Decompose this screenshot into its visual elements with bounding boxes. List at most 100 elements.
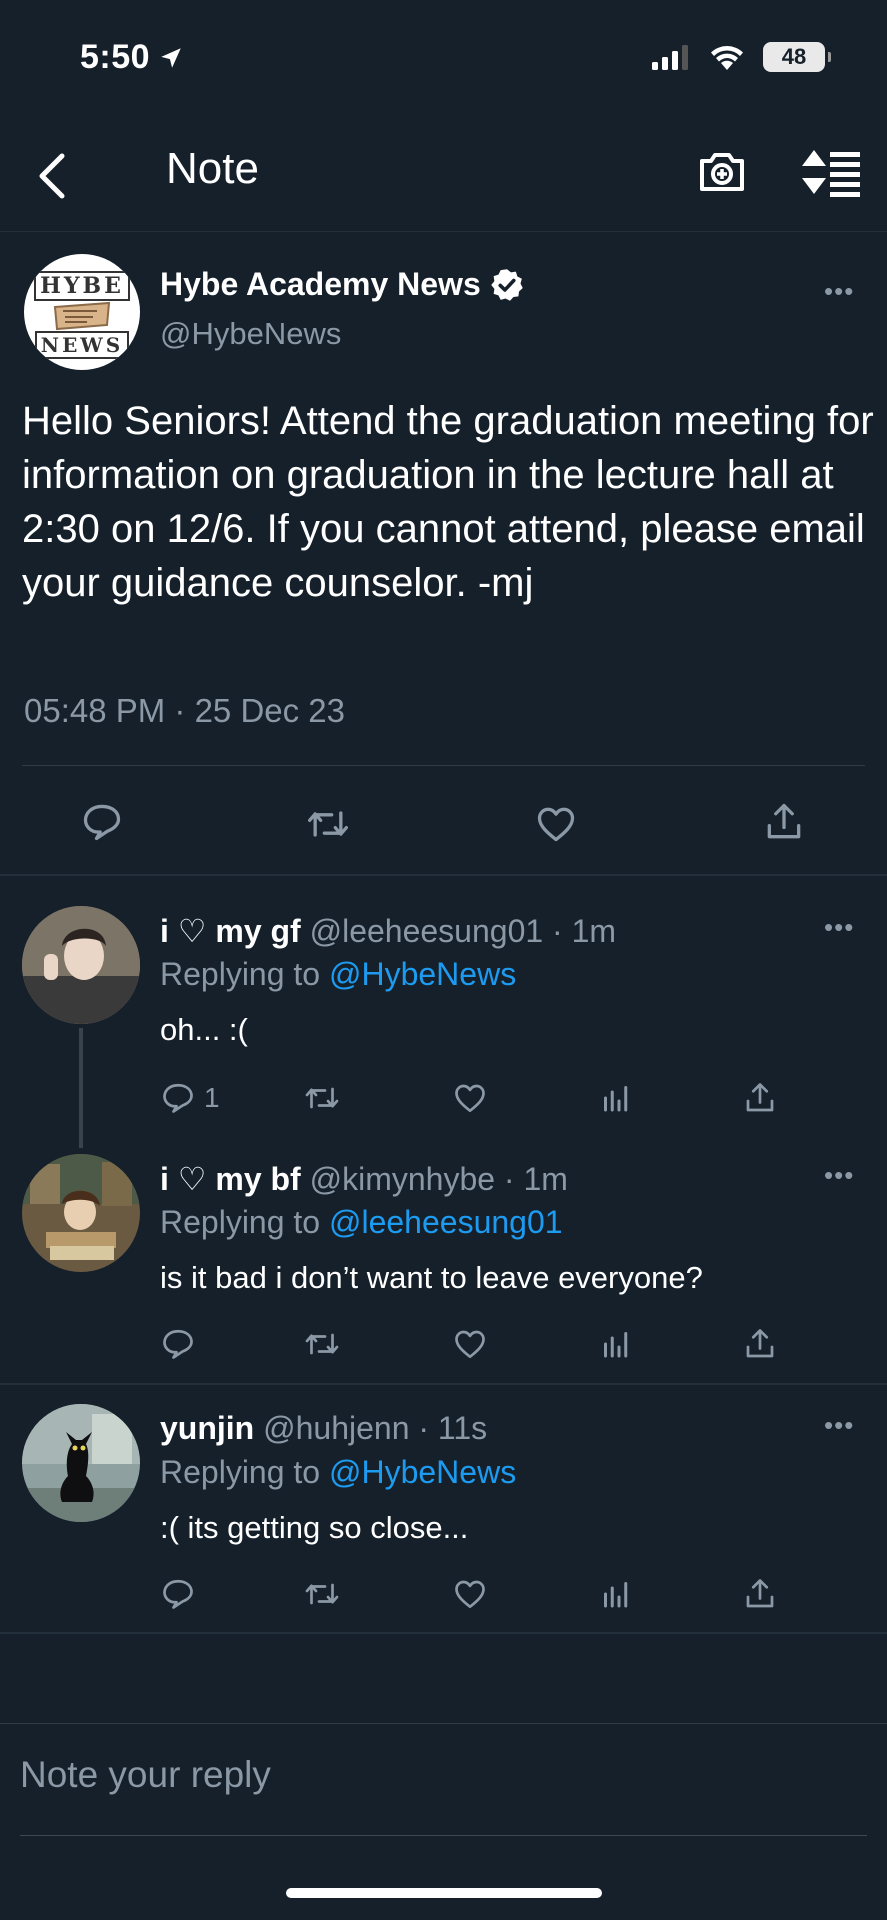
main-repost-button[interactable] bbox=[306, 802, 350, 851]
home-indicator[interactable] bbox=[286, 1888, 602, 1898]
views-button[interactable] bbox=[598, 1326, 634, 1362]
views-chart-icon bbox=[604, 1086, 628, 1112]
verified-badge-icon bbox=[490, 268, 523, 301]
camera-plus-icon bbox=[700, 153, 744, 191]
wifi-icon bbox=[711, 46, 743, 70]
reply-composer[interactable]: Note your reply bbox=[0, 1723, 887, 1836]
reply-header: i ♡ my gf @leeheesung01 · 1m bbox=[160, 912, 616, 950]
views-chart-icon bbox=[604, 1582, 628, 1608]
more-options-button[interactable]: ••• bbox=[824, 1410, 854, 1441]
newspaper-icon bbox=[53, 301, 111, 331]
reply-author-name[interactable]: i ♡ my bf bbox=[160, 1161, 301, 1197]
more-options-button[interactable]: ••• bbox=[824, 1160, 854, 1191]
replying-to: Replying to @HybeNews bbox=[160, 1454, 516, 1491]
heart-icon bbox=[455, 1084, 485, 1113]
author-name-text: Hybe Academy News bbox=[160, 266, 481, 302]
repost-icon bbox=[308, 811, 348, 837]
reply-button[interactable]: 1 bbox=[160, 1080, 220, 1116]
repost-button[interactable] bbox=[304, 1080, 340, 1116]
avatar[interactable]: HYBE NEWS bbox=[24, 254, 140, 370]
reply-author-handle[interactable]: @kimynhybe bbox=[310, 1161, 495, 1197]
replying-to-link[interactable]: @HybeNews bbox=[329, 1454, 516, 1490]
views-button[interactable] bbox=[598, 1080, 634, 1116]
status-right: 48 bbox=[651, 42, 831, 72]
reply-icon bbox=[163, 1083, 193, 1113]
author-handle[interactable]: @HybeNews bbox=[160, 316, 341, 352]
main-note: HYBE NEWS Hybe Academy News @HybeNews ••… bbox=[0, 232, 887, 872]
repost-icon bbox=[305, 1583, 339, 1605]
reply-count: 1 bbox=[204, 1082, 220, 1113]
share-button[interactable] bbox=[742, 1576, 778, 1612]
status-bar: 5:50 48 bbox=[0, 0, 887, 120]
share-button[interactable] bbox=[742, 1080, 778, 1116]
reply-button[interactable] bbox=[160, 1576, 196, 1612]
main-like-button[interactable] bbox=[534, 802, 578, 851]
logo-bottom-text: NEWS bbox=[34, 331, 130, 359]
hybe-news-logo: HYBE NEWS bbox=[24, 254, 140, 370]
replying-to: Replying to @HybeNews bbox=[160, 956, 516, 993]
reply-author-handle[interactable]: @huhjenn bbox=[263, 1410, 409, 1446]
reply-icon bbox=[163, 1579, 193, 1609]
reply-time: · 11s bbox=[418, 1410, 488, 1446]
reply-header: i ♡ my bf @kimynhybe · 1m bbox=[160, 1160, 568, 1198]
replying-label: Replying to bbox=[160, 1204, 321, 1240]
views-chart-icon bbox=[604, 1332, 628, 1358]
sort-icon bbox=[802, 150, 860, 197]
avatar[interactable] bbox=[22, 906, 140, 1024]
repost-button[interactable] bbox=[304, 1576, 340, 1612]
views-button[interactable] bbox=[598, 1576, 634, 1612]
more-options-button[interactable]: ••• bbox=[824, 912, 854, 943]
reply-item[interactable]: i ♡ my bf @kimynhybe · 1m ••• Replying t… bbox=[0, 1124, 887, 1382]
profile-photo-icon bbox=[22, 1404, 140, 1522]
main-reply-button[interactable] bbox=[80, 800, 124, 849]
reply-input[interactable]: Note your reply bbox=[20, 1754, 271, 1796]
like-button[interactable] bbox=[452, 1576, 488, 1612]
replying-label: Replying to bbox=[160, 1454, 321, 1490]
location-arrow-icon bbox=[161, 47, 181, 68]
more-options-button[interactable]: ••• bbox=[824, 276, 854, 307]
divider bbox=[0, 1632, 887, 1634]
replying-to-link[interactable]: @leeheesung01 bbox=[329, 1204, 563, 1240]
heart-icon bbox=[455, 1330, 485, 1359]
share-icon bbox=[746, 1329, 774, 1358]
author-name[interactable]: Hybe Academy News bbox=[160, 266, 525, 303]
replying-to-link[interactable]: @HybeNews bbox=[329, 956, 516, 992]
reply-author-handle[interactable]: @leeheesung01 bbox=[310, 913, 544, 949]
like-button[interactable] bbox=[452, 1326, 488, 1362]
repost-icon bbox=[305, 1087, 339, 1109]
share-button[interactable] bbox=[742, 1326, 778, 1362]
note-text: Hello Seniors! Attend the graduation mee… bbox=[22, 399, 874, 605]
battery-level: 48 bbox=[781, 44, 807, 69]
reply-author-name[interactable]: i ♡ my gf bbox=[160, 913, 301, 949]
page-title: Note bbox=[166, 144, 259, 193]
reply-item[interactable]: yunjin @huhjenn · 11s ••• Replying to @H… bbox=[0, 1374, 887, 1632]
share-icon bbox=[767, 803, 801, 839]
reply-button[interactable] bbox=[160, 1326, 196, 1362]
reply-author-name[interactable]: yunjin bbox=[160, 1410, 254, 1446]
chevron-left-icon bbox=[39, 153, 65, 199]
back-button[interactable] bbox=[30, 148, 74, 204]
avatar[interactable] bbox=[22, 1404, 140, 1522]
reply-icon bbox=[83, 804, 121, 841]
main-share-button[interactable] bbox=[762, 800, 806, 849]
avatar[interactable] bbox=[22, 1154, 140, 1272]
reply-input-underline bbox=[20, 1835, 867, 1836]
reply-item[interactable]: i ♡ my gf @leeheesung01 · 1m ••• Replyin… bbox=[0, 876, 887, 1148]
replying-to: Replying to @leeheesung01 bbox=[160, 1204, 563, 1241]
note-timestamp: 05:48 PM · 25 Dec 23 bbox=[24, 692, 346, 729]
reply-text: oh... :( bbox=[160, 1012, 248, 1047]
heart-icon bbox=[455, 1580, 485, 1609]
divider bbox=[22, 765, 865, 766]
repost-button[interactable] bbox=[304, 1326, 340, 1362]
share-icon bbox=[746, 1579, 774, 1608]
signal-icon bbox=[652, 45, 688, 70]
reply-time: · 1m bbox=[503, 1161, 568, 1197]
sort-replies-button[interactable] bbox=[800, 146, 864, 198]
like-button[interactable] bbox=[452, 1080, 488, 1116]
battery-indicator: 48 bbox=[763, 42, 831, 72]
replying-label: Replying to bbox=[160, 956, 321, 992]
share-icon bbox=[746, 1083, 774, 1112]
reply-text: :( its getting so close... bbox=[160, 1510, 469, 1545]
camera-button[interactable] bbox=[696, 146, 748, 198]
nav-bar: Note bbox=[0, 120, 887, 232]
